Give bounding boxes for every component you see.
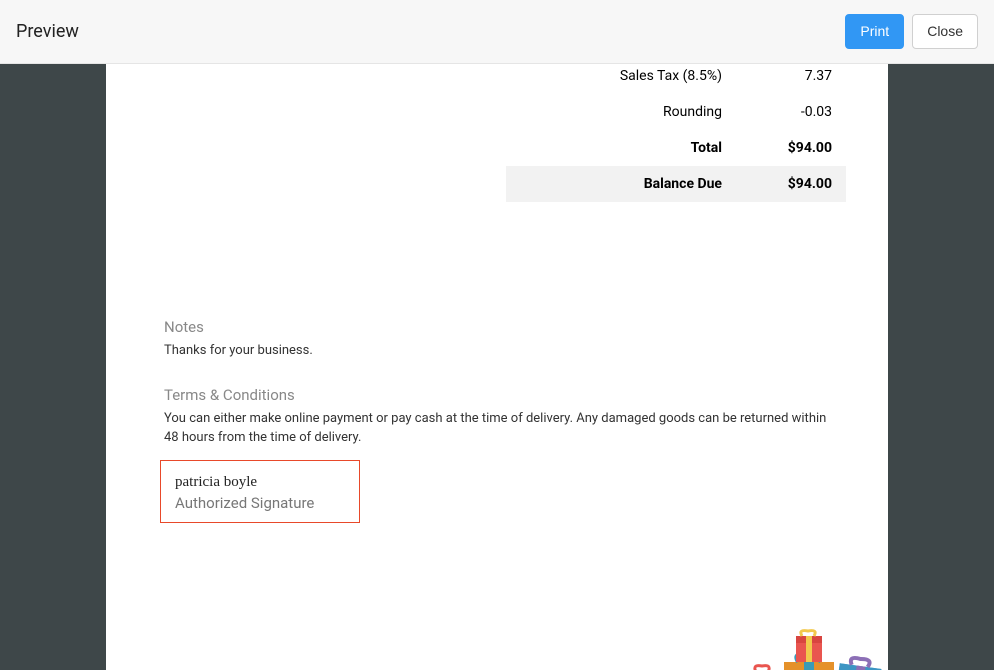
label-sales-tax: Sales Tax (8.5%): [520, 68, 752, 84]
row-sales-tax: Sales Tax (8.5%) 7.37: [506, 64, 846, 94]
terms-heading: Terms & Conditions: [164, 386, 830, 404]
row-total: Total $94.00: [506, 130, 846, 166]
close-button[interactable]: Close: [912, 14, 978, 48]
header-actions: Print Close: [845, 14, 978, 48]
print-button[interactable]: Print: [845, 14, 904, 48]
gifts-illustration-icon: [738, 622, 888, 670]
notes-section: Notes Thanks for your business.: [164, 318, 830, 361]
notes-heading: Notes: [164, 318, 830, 336]
signature-label: Authorized Signature: [175, 494, 345, 512]
label-balance-due: Balance Due: [520, 176, 752, 192]
terms-section: Terms & Conditions You can either make o…: [164, 386, 830, 448]
value-balance-due: $94.00: [752, 176, 832, 192]
notes-body: Thanks for your business.: [164, 342, 830, 361]
signature-box: patricia boyle Authorized Signature: [160, 460, 360, 523]
terms-body: You can either make online payment or pa…: [164, 410, 830, 448]
document-viewport: Sales Tax (8.5%) 7.37 Rounding -0.03 Tot…: [0, 64, 994, 670]
label-rounding: Rounding: [520, 104, 752, 120]
row-rounding: Rounding -0.03: [506, 94, 846, 130]
value-rounding: -0.03: [752, 104, 832, 120]
totals-table: Sales Tax (8.5%) 7.37 Rounding -0.03 Tot…: [506, 64, 846, 202]
invoice-page: Sales Tax (8.5%) 7.37 Rounding -0.03 Tot…: [106, 64, 888, 670]
preview-title: Preview: [16, 21, 79, 42]
value-sales-tax: 7.37: [752, 68, 832, 84]
label-total: Total: [520, 140, 752, 156]
signature-name: patricia boyle: [175, 475, 345, 490]
row-balance-due: Balance Due $94.00: [506, 166, 846, 202]
value-total: $94.00: [752, 140, 832, 156]
preview-header: Preview Print Close: [0, 0, 994, 64]
